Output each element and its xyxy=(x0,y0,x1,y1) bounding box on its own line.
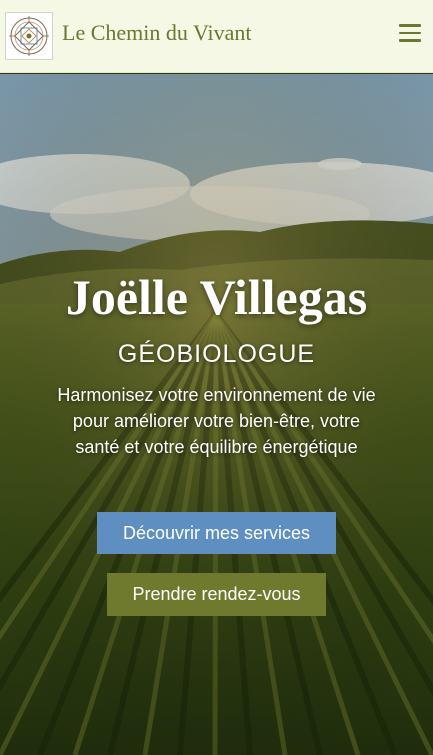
site-logo[interactable] xyxy=(5,12,53,60)
hero-tagline: Harmonisez votre environnement de vie po… xyxy=(57,385,376,457)
hero-name: Joëlle Villegas xyxy=(65,269,368,325)
hero-role: GÉOBIOLOGUE xyxy=(117,340,316,368)
site-title[interactable]: Le Chemin du Vivant xyxy=(62,20,252,46)
book-appointment-button[interactable]: Prendre rendez-vous xyxy=(107,573,326,616)
hero-section: Joëlle Villegas GÉOBIOLOGUE Harmonisez v… xyxy=(0,74,433,755)
hamburger-menu-icon[interactable] xyxy=(399,24,421,46)
site-header: Le Chemin du Vivant xyxy=(0,0,433,73)
hero-content: Joëlle Villegas GÉOBIOLOGUE Harmonisez v… xyxy=(0,74,433,755)
mandala-logo-icon xyxy=(9,16,49,56)
discover-services-button[interactable]: Découvrir mes services xyxy=(97,512,336,554)
